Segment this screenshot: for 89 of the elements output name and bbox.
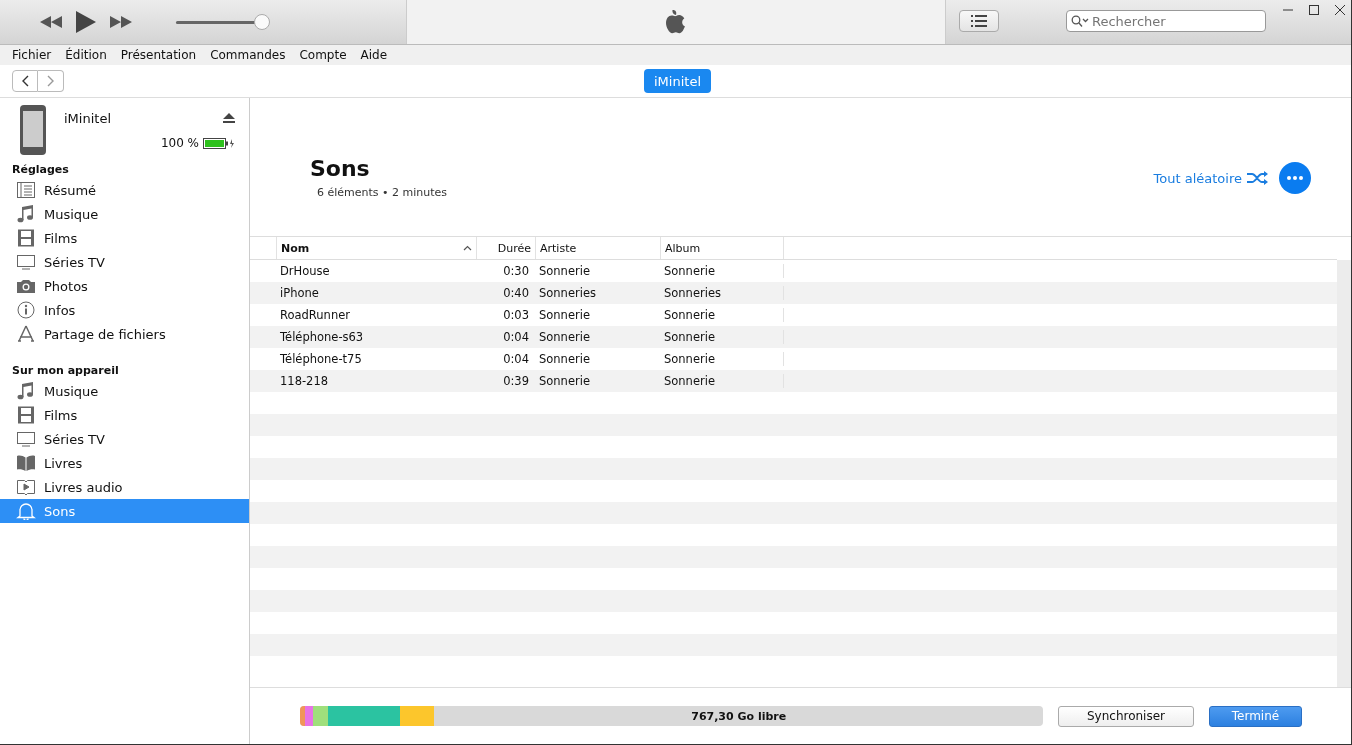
table-cell-text: 0:03 bbox=[502, 308, 530, 322]
table-cell-text: Sonnerie bbox=[538, 264, 591, 278]
sidebar-item[interactable]: Livres bbox=[0, 451, 249, 475]
film-icon bbox=[16, 229, 36, 247]
section-heading: Réglages bbox=[11, 162, 70, 178]
menu-item[interactable]: Édition bbox=[65, 48, 107, 62]
close-icon[interactable] bbox=[1334, 4, 1346, 16]
sidebar-item[interactable]: Séries TV bbox=[0, 427, 249, 451]
column-header[interactable]: Durée bbox=[476, 237, 535, 259]
section-heading: Sur mon appareil bbox=[11, 363, 120, 379]
film-icon bbox=[16, 406, 36, 424]
sidebar-item[interactable]: Séries TV bbox=[0, 250, 249, 274]
chevron-left-icon bbox=[21, 75, 29, 87]
rewind-icon[interactable] bbox=[40, 16, 62, 28]
play-icon[interactable] bbox=[76, 11, 96, 33]
table-cell-text: DrHouse bbox=[279, 264, 331, 278]
phone-icon bbox=[20, 105, 46, 155]
sync-button[interactable]: Synchroniser bbox=[1058, 705, 1194, 727]
table-cell-text: Téléphone-s63 bbox=[279, 330, 365, 344]
sidebar-item[interactable]: Musique bbox=[0, 202, 249, 226]
list-view-button[interactable] bbox=[959, 10, 999, 32]
battery-percentage: 100 % bbox=[160, 136, 199, 150]
table-cell-text: Sonneries bbox=[538, 286, 597, 300]
table-cell-text: Sonnerie bbox=[538, 352, 591, 366]
column-header[interactable]: Nom bbox=[276, 237, 476, 259]
table-cell-text: Sonnerie bbox=[538, 308, 591, 322]
sidebar-item[interactable]: Résumé bbox=[0, 178, 249, 202]
table-cell: Sonnerie bbox=[660, 352, 784, 366]
column-header[interactable]: Album bbox=[660, 237, 784, 259]
apps-icon bbox=[16, 325, 36, 343]
table-cell-text: iPhone bbox=[279, 286, 320, 300]
table-cell-text: 0:04 bbox=[502, 330, 530, 344]
sidebar-item[interactable]: Partage de fichiers bbox=[0, 322, 249, 346]
table-cell: Sonnerie bbox=[660, 330, 784, 344]
audiobook-icon bbox=[16, 478, 36, 496]
music-note-icon bbox=[16, 382, 36, 400]
free-space-label: 767,30 Go libre bbox=[691, 709, 787, 723]
sidebar-item[interactable]: Musique bbox=[0, 379, 249, 403]
table-cell: Sonnerie bbox=[660, 264, 784, 278]
scrollbar-track[interactable] bbox=[1337, 260, 1351, 687]
menu-item[interactable]: Commandes bbox=[210, 48, 286, 62]
table-cell-text: 0:30 bbox=[502, 264, 530, 278]
sort-ascending-icon bbox=[463, 245, 472, 251]
menu-item[interactable]: Aide bbox=[360, 48, 388, 62]
tv-icon bbox=[16, 253, 36, 271]
table-cell-text: Sonnerie bbox=[538, 330, 591, 344]
search-icon bbox=[1071, 15, 1089, 27]
table-cell-text: RoadRunner bbox=[279, 308, 351, 322]
back-button[interactable] bbox=[12, 70, 38, 92]
page-title: Sons bbox=[310, 156, 371, 181]
fast-forward-icon[interactable] bbox=[110, 16, 132, 28]
menu-item[interactable]: Compte bbox=[299, 48, 347, 62]
menu-item[interactable]: Présentation bbox=[120, 48, 197, 62]
column-header[interactable]: Artiste bbox=[535, 237, 660, 259]
page-subtitle: 6 éléments • 2 minutes bbox=[316, 186, 448, 199]
device-tab[interactable]: iMinitel bbox=[644, 69, 711, 93]
sidebar-item[interactable]: Films bbox=[0, 226, 249, 250]
sidebar-item[interactable]: Films bbox=[0, 403, 249, 427]
table-cell-text: 118-218 bbox=[279, 374, 330, 388]
maximize-icon[interactable] bbox=[1308, 4, 1320, 16]
shuffle-icon bbox=[1247, 171, 1269, 185]
table-cell-text: 0:39 bbox=[502, 374, 530, 388]
book-icon bbox=[16, 454, 36, 472]
tv-icon bbox=[16, 430, 36, 448]
ellipsis-icon bbox=[1287, 176, 1303, 180]
table-cell-text: 0:40 bbox=[502, 286, 530, 300]
list-icon bbox=[16, 181, 36, 199]
sidebar-item[interactable]: Infos bbox=[0, 298, 249, 322]
eject-icon[interactable] bbox=[223, 113, 235, 124]
sidebar-item[interactable]: Livres audio bbox=[0, 475, 249, 499]
more-button[interactable] bbox=[1279, 162, 1311, 194]
table-cell: Sonneries bbox=[660, 286, 784, 300]
shuffle-button[interactable]: Tout aléatoire bbox=[1153, 170, 1269, 186]
camera-icon bbox=[16, 277, 36, 295]
table-cell-text: Téléphone-t75 bbox=[279, 352, 363, 366]
sidebar-item[interactable]: Photos bbox=[0, 274, 249, 298]
table-cell: Sonnerie bbox=[660, 308, 784, 322]
bell-icon bbox=[16, 502, 36, 520]
search-field[interactable]: Rechercher bbox=[1066, 10, 1266, 32]
battery-icon bbox=[203, 137, 235, 149]
table-cell-text: 0:04 bbox=[502, 352, 530, 366]
info-icon bbox=[16, 301, 36, 319]
chevron-right-icon bbox=[46, 75, 55, 87]
table-cell-text: Sonnerie bbox=[538, 374, 591, 388]
list-icon bbox=[971, 15, 987, 27]
menu-item[interactable]: Fichier bbox=[12, 48, 52, 62]
device-name: iMinitel bbox=[64, 111, 111, 126]
table-cell: Sonnerie bbox=[660, 374, 784, 388]
music-note-icon bbox=[16, 205, 36, 223]
